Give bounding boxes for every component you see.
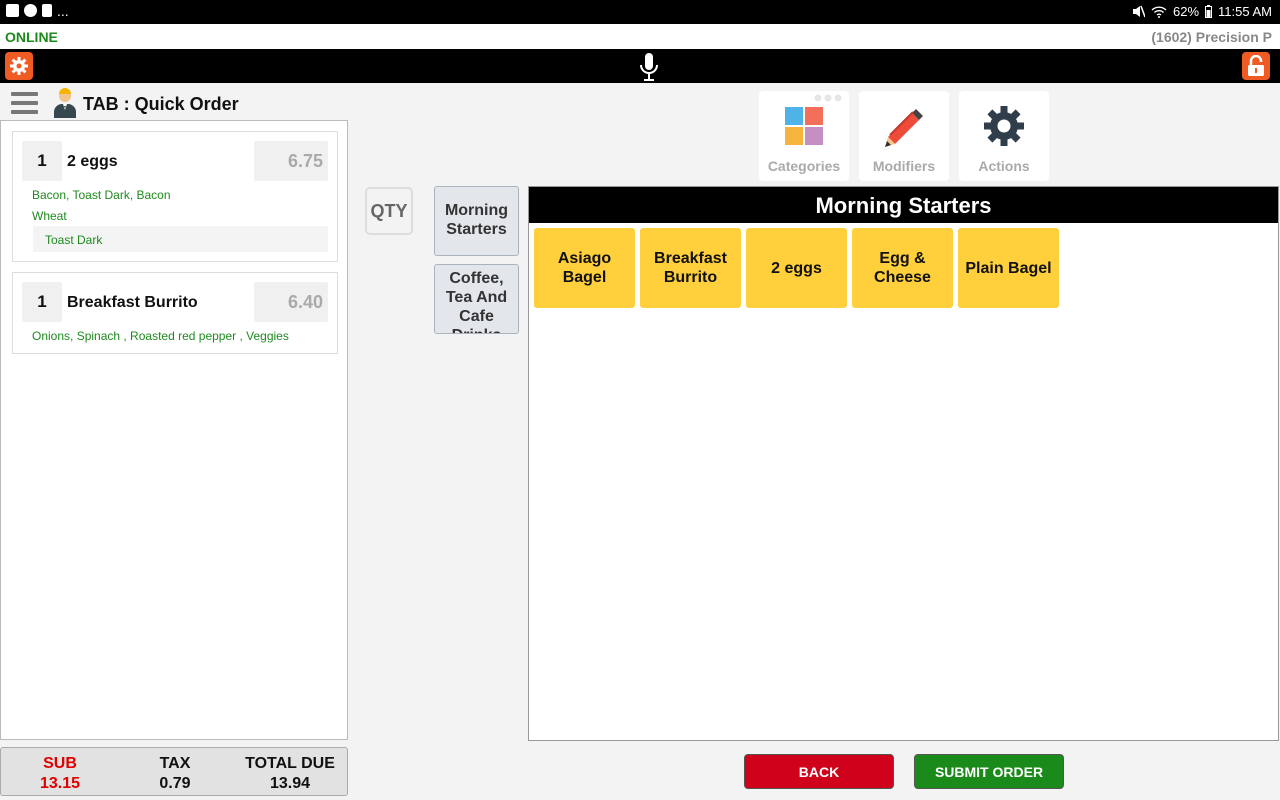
gear-icon bbox=[10, 57, 28, 75]
clock: 11:55 AM bbox=[1218, 4, 1272, 19]
category-morning-starters[interactable]: Morning Starters bbox=[434, 186, 519, 256]
category-coffee-tea[interactable]: Coffee, Tea And Cafe Drinks bbox=[434, 264, 519, 334]
subtotal: SUB 13.15 bbox=[15, 754, 105, 794]
total-due-label: TOTAL DUE bbox=[245, 755, 335, 772]
menu-items-panel: Morning Starters Asiago Bagel Breakfast … bbox=[528, 186, 1279, 741]
submit-order-button[interactable]: SUBMIT ORDER bbox=[914, 754, 1064, 789]
waiter-icon bbox=[54, 88, 76, 118]
order-item-qty[interactable]: 1 bbox=[22, 282, 62, 322]
actions-tile[interactable]: Actions bbox=[959, 91, 1049, 181]
settings-button[interactable] bbox=[5, 52, 33, 80]
order-item-qty[interactable]: 1 bbox=[22, 141, 62, 181]
total-due-value: 13.94 bbox=[269, 775, 311, 792]
menu-item-2-eggs[interactable]: 2 eggs bbox=[746, 228, 847, 308]
connection-status: ONLINE bbox=[5, 29, 58, 45]
categories-tile[interactable]: Categories bbox=[759, 91, 849, 181]
order-item[interactable]: 1 2 eggs 6.75 Bacon, Toast Dark, Bacon W… bbox=[12, 131, 338, 262]
order-item-modifiers: Bacon, Toast Dark, Bacon bbox=[32, 188, 171, 202]
tax: TAX 0.79 bbox=[130, 754, 220, 794]
menu-item-egg-cheese[interactable]: Egg & Cheese bbox=[852, 228, 953, 308]
modifiers-tile[interactable]: Modifiers bbox=[859, 91, 949, 181]
top-toolbar bbox=[0, 49, 1280, 83]
subtotal-label: SUB bbox=[43, 755, 77, 772]
microphone-button[interactable] bbox=[637, 52, 661, 82]
order-list: 1 2 eggs 6.75 Bacon, Toast Dark, Bacon W… bbox=[0, 120, 348, 740]
order-item-name: 2 eggs bbox=[67, 153, 118, 170]
order-item-name: Breakfast Burrito bbox=[67, 294, 198, 311]
more-notifications: ... bbox=[57, 2, 69, 19]
battery-icon bbox=[1205, 5, 1213, 18]
back-button[interactable]: BACK bbox=[744, 754, 894, 789]
gear-icon bbox=[984, 106, 1024, 146]
mute-icon bbox=[1133, 5, 1145, 18]
order-item[interactable]: 1 Breakfast Burrito 6.40 Onions, Spinach… bbox=[12, 272, 338, 354]
order-item-modifiers: Wheat bbox=[32, 209, 67, 223]
menu-item-plain-bagel[interactable]: Plain Bagel bbox=[958, 228, 1059, 308]
wifi-icon bbox=[1151, 6, 1167, 18]
pencil-icon bbox=[885, 109, 923, 147]
lock-icon bbox=[1248, 55, 1264, 76]
order-totals: SUB 13.15 TAX 0.79 TOTAL DUE 13.94 bbox=[0, 747, 348, 796]
tax-label: TAX bbox=[159, 755, 191, 772]
system-status-bar: ... 62% 11:55 AM bbox=[0, 0, 1280, 24]
app-notification-icon bbox=[24, 4, 37, 17]
order-item-price[interactable]: 6.75 bbox=[254, 141, 328, 181]
terminal-name: (1602) Precision P bbox=[1151, 29, 1272, 45]
panel-title: Morning Starters bbox=[529, 187, 1278, 223]
category-label: Morning Starters bbox=[444, 202, 509, 238]
more-dots-icon bbox=[814, 94, 842, 102]
categories-label: Categories bbox=[767, 158, 841, 174]
category-label: Coffee, Tea And Cafe Drinks bbox=[445, 270, 508, 333]
hamburger-icon bbox=[11, 92, 38, 96]
microphone-icon bbox=[640, 53, 658, 81]
flipboard-notification-icon bbox=[42, 4, 52, 17]
page-title: TAB : Quick Order bbox=[83, 94, 239, 114]
categories-icon bbox=[785, 107, 823, 145]
menu-button[interactable] bbox=[11, 92, 38, 114]
order-item-price[interactable]: 6.40 bbox=[254, 282, 328, 322]
order-item-sub-modifier: Toast Dark bbox=[33, 226, 328, 252]
connection-bar: ONLINE (1602) Precision P bbox=[0, 24, 1280, 49]
lock-button[interactable] bbox=[1242, 52, 1270, 80]
total-due: TOTAL DUE 13.94 bbox=[235, 754, 345, 794]
menu-item-asiago-bagel[interactable]: Asiago Bagel bbox=[534, 228, 635, 308]
actions-label: Actions bbox=[978, 158, 1030, 174]
menu-item-breakfast-burrito[interactable]: Breakfast Burrito bbox=[640, 228, 741, 308]
tax-value: 0.79 bbox=[159, 775, 191, 792]
order-item-modifiers: Onions, Spinach , Roasted red pepper , V… bbox=[32, 329, 289, 343]
modifiers-label: Modifiers bbox=[872, 158, 936, 174]
sub-modifier-label: Toast Dark bbox=[45, 233, 103, 247]
gallery-notification-icon bbox=[6, 4, 19, 17]
qty-button[interactable]: QTY bbox=[365, 187, 413, 235]
subtotal-value: 13.15 bbox=[39, 775, 81, 792]
battery-percent: 62% bbox=[1173, 4, 1200, 19]
